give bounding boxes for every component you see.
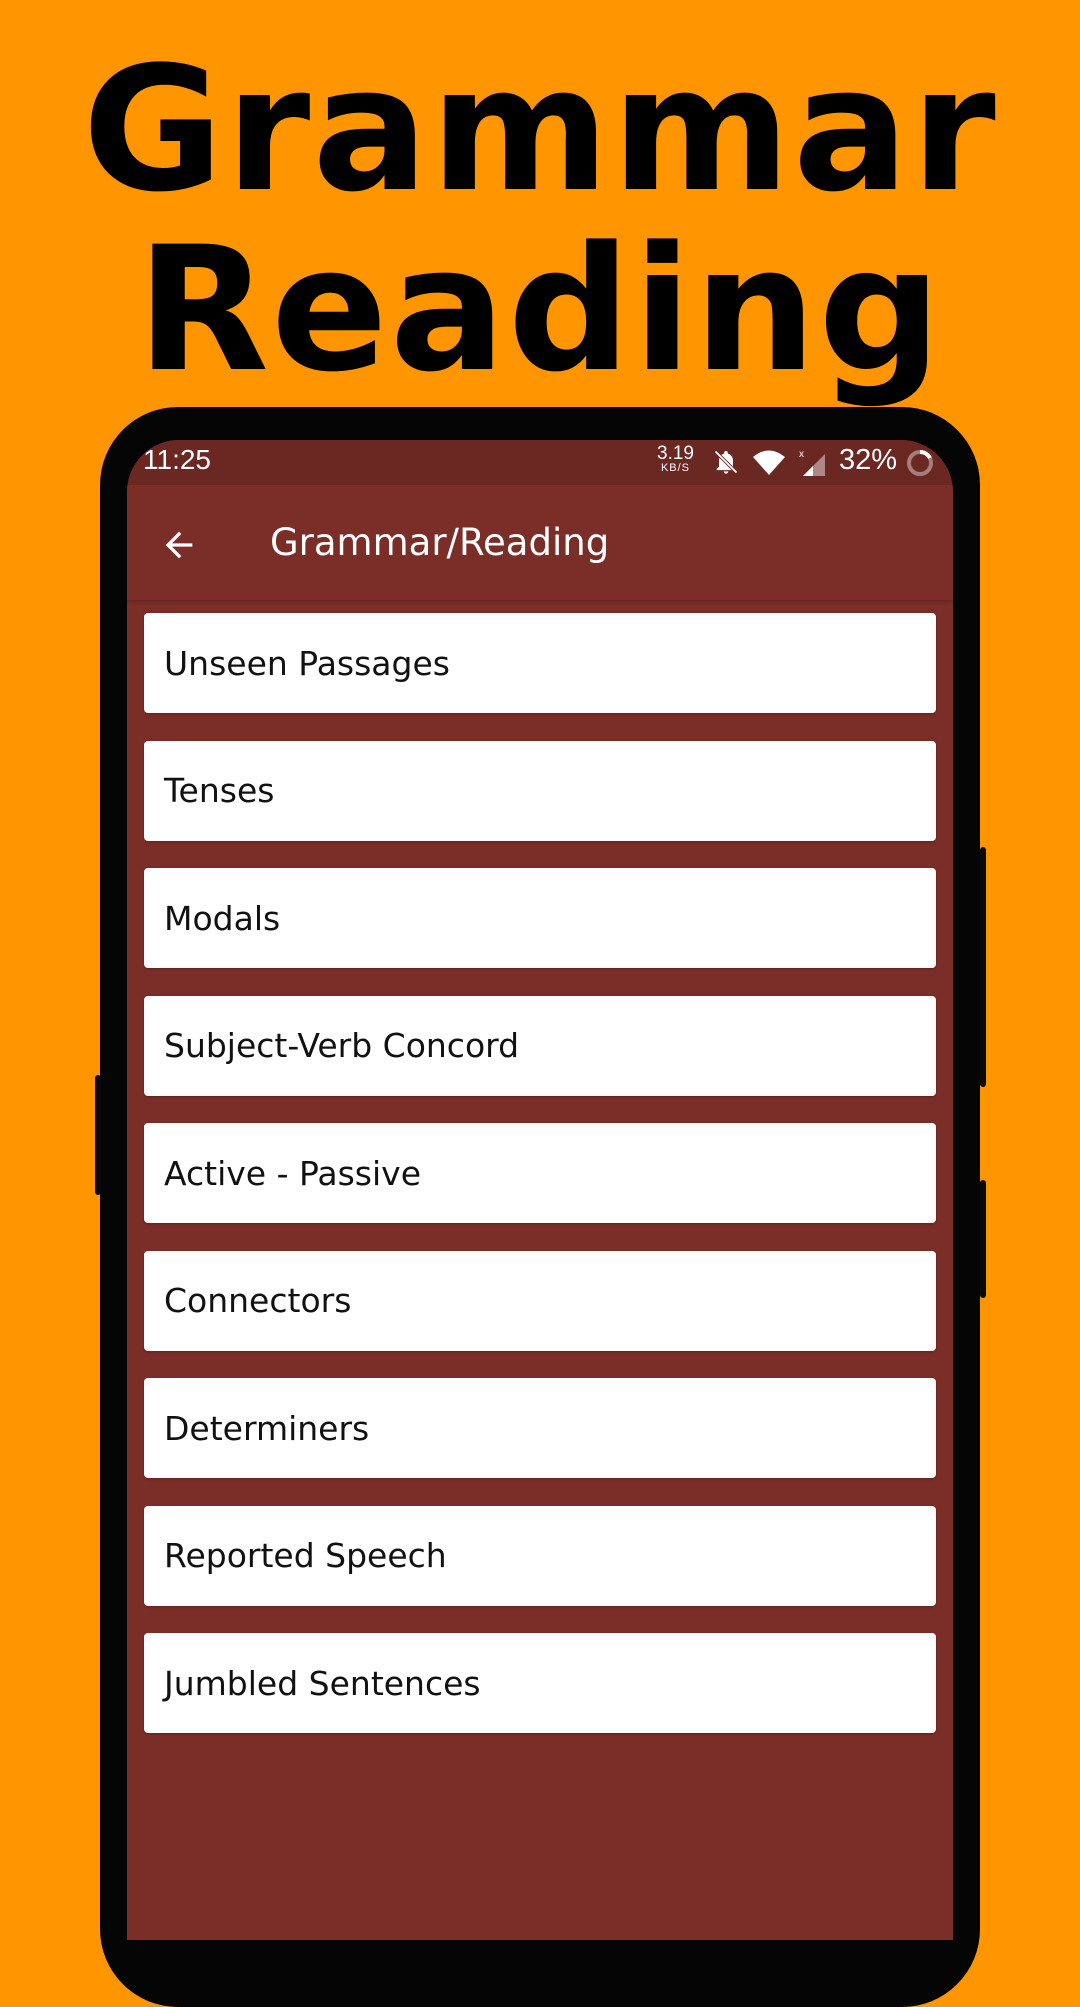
list-item-label: Jumbled Sentences	[164, 1663, 481, 1703]
list-item-label: Modals	[164, 898, 281, 938]
list-item-label: Subject-Verb Concord	[164, 1026, 520, 1065]
arrow-left-icon[interactable]	[159, 525, 199, 565]
network-speed-value: 3.19	[657, 443, 694, 464]
list-item-label: Unseen Passages	[164, 643, 450, 683]
list-item-tenses[interactable]: Tenses	[144, 740, 936, 841]
list-item-label: Connectors	[164, 1281, 352, 1320]
status-bar: 11:25 3.19 KB/S x 32%	[127, 440, 953, 485]
app-screen: 11:25 3.19 KB/S x 32% Grammar/Reading Un…	[127, 440, 953, 1940]
list-item-unseen-passages[interactable]: Unseen Passages	[144, 613, 936, 713]
list-item-label: Active - Passive	[164, 1153, 421, 1193]
page-title: Grammar/Reading	[270, 521, 610, 564]
list-item-subject-verb-concord[interactable]: Subject-Verb Concord	[144, 995, 936, 1096]
topic-list: Unseen Passages Tenses Modals Subject-Ve…	[144, 613, 936, 1761]
phone-power-button	[980, 847, 986, 1087]
list-item-reported-speech[interactable]: Reported Speech	[144, 1505, 936, 1606]
promo-title-line1: Grammar	[82, 29, 998, 230]
signal-icon: x	[799, 449, 825, 476]
list-item-jumbled-sentences[interactable]: Jumbled Sentences	[144, 1633, 936, 1733]
status-time: 11:25	[143, 444, 211, 475]
list-item-active-passive[interactable]: Active - Passive	[144, 1123, 936, 1223]
battery-icon	[907, 450, 933, 476]
list-item-label: Tenses	[164, 771, 275, 810]
phone-volume-button	[980, 1180, 986, 1298]
list-item-label: Determiners	[164, 1408, 370, 1448]
list-item-connectors[interactable]: Connectors	[144, 1250, 936, 1351]
battery-percent: 32%	[839, 444, 898, 476]
wifi-icon	[753, 450, 785, 475]
promo-title-line2: Reading	[136, 209, 944, 410]
phone-left-button	[95, 1075, 101, 1195]
svg-text:x: x	[799, 449, 804, 460]
list-item-determiners[interactable]: Determiners	[144, 1378, 936, 1478]
list-item-modals[interactable]: Modals	[144, 868, 936, 968]
app-bar: Grammar/Reading	[127, 485, 953, 600]
network-speed-unit: KB/S	[660, 462, 691, 474]
bell-off-icon	[714, 450, 738, 474]
network-speed: 3.19 KB/S	[657, 444, 694, 474]
list-item-label: Reported Speech	[164, 1536, 447, 1575]
